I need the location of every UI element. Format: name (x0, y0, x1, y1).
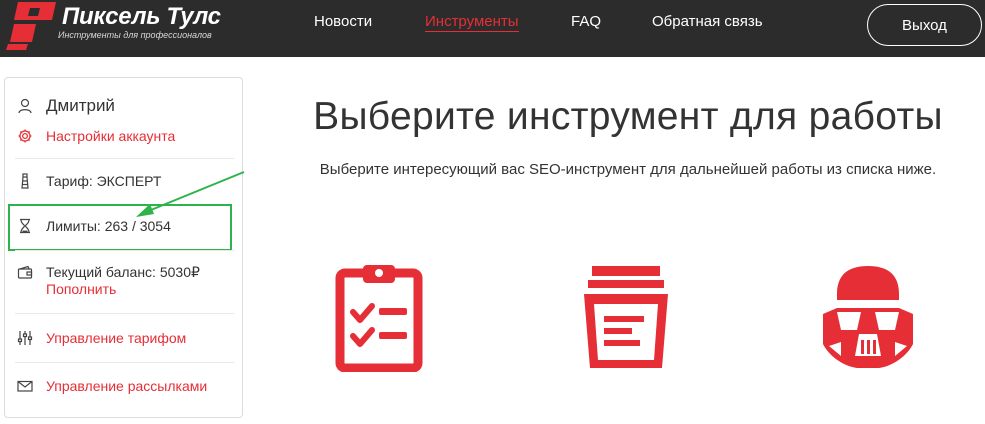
envelope-icon (17, 378, 33, 394)
tower-icon (17, 173, 33, 189)
stormtrooper-helmet-icon[interactable] (819, 264, 917, 372)
nav-faq[interactable]: FAQ (571, 13, 601, 30)
divider (15, 362, 234, 363)
user-name: Дмитрий (46, 96, 115, 115)
logout-button[interactable]: Выход (867, 4, 982, 46)
clipboard-checklist-icon[interactable] (335, 264, 423, 372)
logo-mark-icon (6, 2, 56, 50)
account-settings-row[interactable]: Настройки аккаунта (17, 128, 175, 144)
manage-tariff-link[interactable]: Управление тарифом (46, 330, 186, 346)
wallet-icon (17, 265, 33, 281)
tariff-text: Тариф: ЭКСПЕРТ (46, 173, 162, 189)
logo[interactable]: Пиксель Тулс Инструменты для профессиона… (6, 2, 236, 50)
document-stack-icon[interactable] (582, 264, 670, 372)
user-icon (17, 98, 33, 114)
gear-icon (17, 128, 33, 144)
account-settings-link[interactable]: Настройки аккаунта (46, 128, 175, 144)
balance-text: Текущий баланс: 5030₽ (46, 264, 200, 280)
page-subtitle: Выберите интересующий вас SEO-инструмент… (319, 161, 937, 178)
logo-subtitle: Инструменты для профессионалов (58, 30, 212, 40)
user-info: Дмитрий (17, 96, 115, 116)
manage-mailing-link[interactable]: Управление рассылками (46, 378, 207, 394)
nav-feedback[interactable]: Обратная связь (652, 13, 763, 30)
divider (15, 313, 234, 314)
balance-row: Текущий баланс: 5030₽ (17, 264, 200, 281)
divider (15, 250, 234, 251)
divider (15, 158, 234, 159)
nav-tools[interactable]: Инструменты (425, 13, 519, 32)
account-sidebar: Дмитрий Настройки аккаунта Тариф: ЭКСПЕР… (4, 77, 243, 418)
logo-title: Пиксель Тулс (62, 3, 221, 30)
manage-tariff-row[interactable]: Управление тарифом (17, 330, 186, 346)
top-up-link[interactable]: Пополнить (46, 281, 116, 297)
page-title: Выберите инструмент для работы (313, 95, 943, 138)
top-header: Пиксель Тулс Инструменты для профессиона… (0, 0, 985, 57)
nav-news[interactable]: Новости (314, 13, 372, 30)
manage-mailing-row[interactable]: Управление рассылками (17, 378, 207, 394)
limits-highlight-box (8, 204, 232, 251)
sliders-icon (17, 330, 33, 346)
tariff-row: Тариф: ЭКСПЕРТ (17, 173, 161, 189)
